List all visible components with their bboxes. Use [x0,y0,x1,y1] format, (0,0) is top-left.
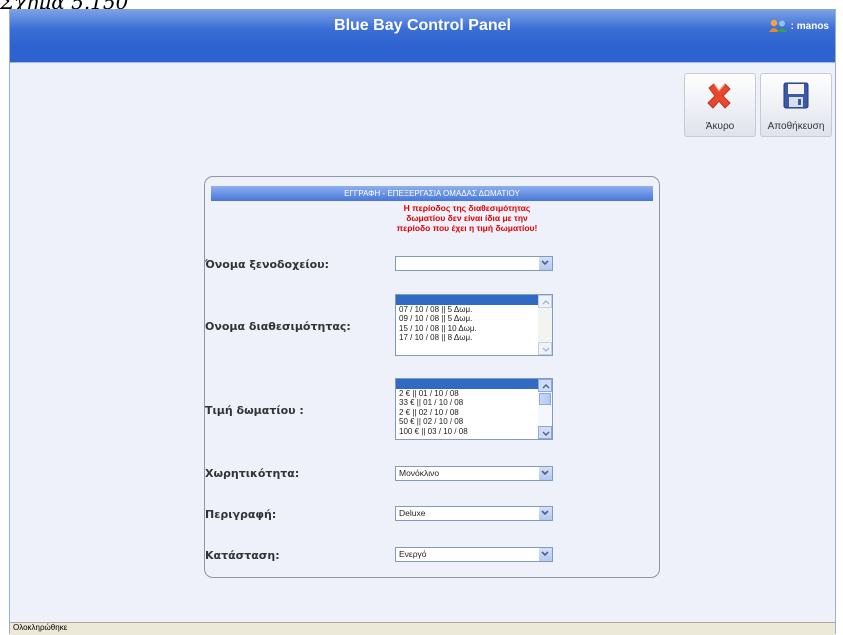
hotel-name-label: Όνομα ξενοδοχείου: [205,258,330,271]
capacity-select[interactable]: Μονόκλινο [395,466,553,481]
floppy-disk-icon [783,82,809,113]
browser-status-bar: Ολοκληρώθηκε [10,622,835,635]
title-bar: Blue Bay Control Panel : manos [10,9,835,45]
scroll-down-button[interactable] [538,426,552,439]
list-item[interactable]: 33 € || 01 / 10 / 08 [396,398,538,408]
save-button[interactable]: Αποθήκευση [760,73,832,137]
user-info: : manos [768,19,829,33]
chevron-down-icon[interactable] [538,507,552,520]
chevron-down-icon[interactable] [538,548,552,561]
list-item[interactable]: 50 € || 02 / 10 / 08 [396,417,538,427]
scrollbar[interactable] [538,295,552,355]
room-price-listbox[interactable]: 2 € || 01 / 10 / 08 33 € || 01 / 10 / 08… [395,378,553,440]
list-item[interactable] [396,295,538,305]
scroll-down-button[interactable] [538,342,552,355]
browser-window: Blue Bay Control Panel : manos Άκυρο Απο… [9,9,836,635]
scroll-up-button[interactable] [538,379,552,392]
panel-title: ΕΓΓΡΑΦΗ - ΕΠΕΞΕΡΓΑΣΙΑ ΟΜΑΔΑΣ ΔΩΜΑΤΙΟΥ [211,186,653,201]
room-group-form-panel: ΕΓΓΡΑΦΗ - ΕΠΕΞΕΡΓΑΣΙΑ ΟΜΑΔΑΣ ΔΩΜΑΤΙΟΥ Η … [204,176,660,578]
list-item[interactable] [396,379,538,389]
warning-message: Η περίοδος της διαθεσιμότητας δωματίου δ… [377,203,557,233]
warning-line: Η περίοδος της διαθεσιμότητας [403,203,531,213]
cancel-button[interactable]: Άκυρο [684,73,756,137]
description-label: Περιγραφή: [205,508,277,521]
warning-line: περίοδο που έχει η τιμή δωματίου! [396,223,538,233]
save-label: Αποθήκευση [767,121,825,132]
room-price-label: Τιμή δωματίου : [205,404,304,417]
cancel-icon [704,81,734,115]
scrollbar[interactable] [538,379,552,439]
list-item[interactable]: 100 € || 03 / 10 / 08 [396,427,538,437]
scroll-up-button[interactable] [538,295,552,308]
chevron-down-icon[interactable] [538,257,552,270]
cancel-label: Άκυρο [705,121,735,132]
status-label: Κατάσταση: [205,549,280,562]
description-select[interactable]: Deluxe [395,506,553,521]
user-label: : manos [790,20,829,32]
app-title: Blue Bay Control Panel [334,17,511,34]
availability-listbox[interactable]: 07 / 10 / 08 || 5 Δωμ. 09 / 10 / 08 || 5… [395,294,553,356]
scroll-thumb[interactable] [539,393,551,405]
list-item[interactable]: 2 € || 01 / 10 / 08 [396,389,538,399]
list-item[interactable]: 15 / 10 / 08 || 10 Δωμ. [396,324,538,334]
description-value: Deluxe [399,508,426,518]
list-item[interactable]: 09 / 10 / 08 || 5 Δωμ. [396,314,538,324]
chevron-down-icon[interactable] [538,467,552,480]
status-text: Ολοκληρώθηκε [13,623,68,632]
list-item[interactable]: 17 / 10 / 08 || 8 Δωμ. [396,333,538,343]
capacity-label: Χωρητικότητα: [205,467,300,480]
status-value: Ενεργό [399,549,427,559]
menu-bar [10,45,835,63]
availability-name-label: Ονομα διαθεσιμότητας: [205,320,351,333]
warning-line: δωματίου δεν είναι ίδια με την [406,213,528,223]
status-select[interactable]: Ενεργό [395,547,553,562]
list-item[interactable]: 2 € || 02 / 10 / 08 [396,408,538,418]
hotel-name-select[interactable] [395,256,553,271]
capacity-value: Μονόκλινο [399,468,440,478]
list-item[interactable]: 07 / 10 / 08 || 5 Δωμ. [396,305,538,315]
users-icon [768,19,788,33]
